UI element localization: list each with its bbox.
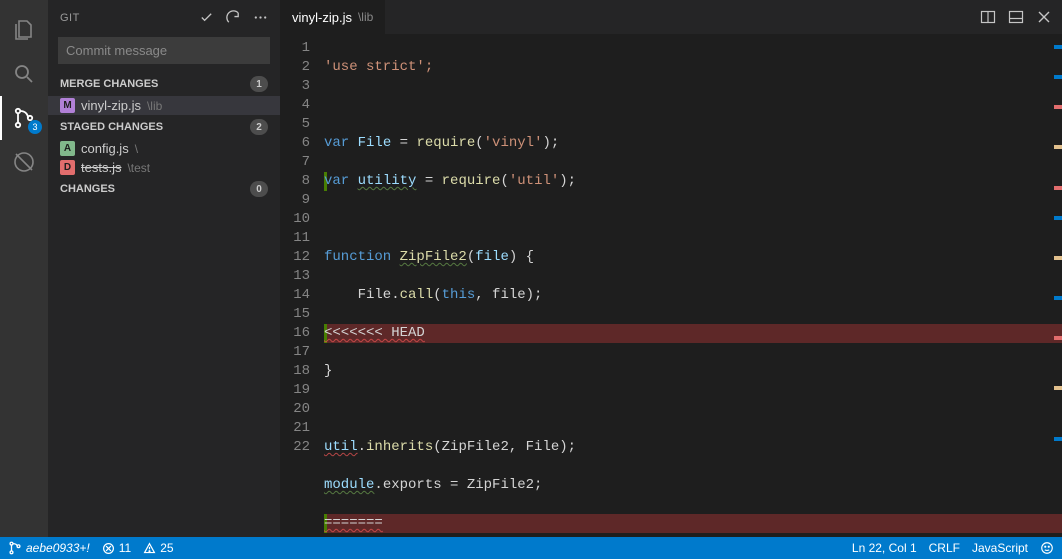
debug-icon xyxy=(12,150,36,174)
tab-file-name: vinyl-zip.js xyxy=(292,10,352,25)
search-icon xyxy=(12,62,36,86)
sidebar-title: GIT xyxy=(60,12,80,24)
code-content[interactable]: 'use strict'; var File = require('vinyl'… xyxy=(324,35,1062,537)
file-row[interactable]: A config.js \ xyxy=(48,139,280,158)
commit-icon[interactable] xyxy=(199,10,214,25)
commit-message-input[interactable] xyxy=(58,37,270,64)
refresh-icon[interactable] xyxy=(226,10,241,25)
status-letter-modified: M xyxy=(60,98,75,113)
section-merge-changes[interactable]: MERGE CHANGES 1 xyxy=(48,72,280,96)
sidebar-header: GIT xyxy=(48,0,280,35)
status-eol[interactable]: CRLF xyxy=(929,541,960,555)
file-name: vinyl-zip.js xyxy=(81,98,141,113)
count-badge: 0 xyxy=(250,181,268,197)
status-errors[interactable]: 11 xyxy=(102,541,131,555)
status-feedback[interactable] xyxy=(1040,541,1054,555)
error-icon xyxy=(102,542,115,555)
warning-icon xyxy=(143,542,156,555)
activity-search[interactable] xyxy=(0,52,48,96)
file-path: \test xyxy=(127,161,150,175)
section-staged-changes[interactable]: STAGED CHANGES 2 xyxy=(48,115,280,139)
activity-explorer[interactable] xyxy=(0,8,48,52)
editor-area: vinyl-zip.js \lib 1 2 3 4 5 6 7 8 9 10 xyxy=(280,0,1062,537)
overview-ruler[interactable] xyxy=(1054,35,1062,537)
line-gutter: 1 2 3 4 5 6 7 8 9 10 11 12 13 14 15 16 1… xyxy=(280,35,324,537)
file-row[interactable]: D tests.js \test xyxy=(48,158,280,177)
activity-bar: 3 xyxy=(0,0,48,537)
editor-body[interactable]: 1 2 3 4 5 6 7 8 9 10 11 12 13 14 15 16 1… xyxy=(280,35,1062,537)
tab-bar: vinyl-zip.js \lib xyxy=(280,0,1062,35)
file-path: \lib xyxy=(147,99,162,113)
file-path: \ xyxy=(135,142,138,156)
files-icon xyxy=(12,18,36,42)
tab-file-path: \lib xyxy=(358,10,373,24)
status-warnings[interactable]: 25 xyxy=(143,541,173,555)
status-language[interactable]: JavaScript xyxy=(972,541,1028,555)
scm-badge: 3 xyxy=(28,120,42,134)
section-changes[interactable]: CHANGES 0 xyxy=(48,177,280,201)
close-icon[interactable] xyxy=(1036,9,1052,25)
activity-debug[interactable] xyxy=(0,140,48,184)
section-label: MERGE CHANGES xyxy=(60,78,158,90)
file-name: tests.js xyxy=(81,160,121,175)
split-editor-icon[interactable] xyxy=(980,9,996,25)
more-icon[interactable] xyxy=(253,10,268,25)
count-badge: 1 xyxy=(250,76,268,92)
count-badge: 2 xyxy=(250,119,268,135)
show-panel-icon[interactable] xyxy=(1008,9,1024,25)
file-row[interactable]: M vinyl-zip.js \lib xyxy=(48,96,280,115)
editor-tab[interactable]: vinyl-zip.js \lib xyxy=(280,0,385,35)
status-letter-added: A xyxy=(60,141,75,156)
smiley-icon xyxy=(1040,541,1054,555)
section-label: CHANGES xyxy=(60,183,115,195)
commit-message-input-wrap xyxy=(58,37,270,64)
status-branch[interactable]: aebe0933+! xyxy=(8,541,90,555)
sidebar: GIT MERGE CHANGES 1 M vinyl-zip.js \lib … xyxy=(48,0,280,537)
status-cursor[interactable]: Ln 22, Col 1 xyxy=(852,541,917,555)
status-bar: aebe0933+! 11 25 Ln 22, Col 1 CRLF JavaS… xyxy=(0,537,1062,559)
status-letter-deleted: D xyxy=(60,160,75,175)
file-name: config.js xyxy=(81,141,129,156)
activity-scm[interactable]: 3 xyxy=(0,96,48,140)
section-label: STAGED CHANGES xyxy=(60,121,163,133)
branch-icon xyxy=(8,541,22,555)
